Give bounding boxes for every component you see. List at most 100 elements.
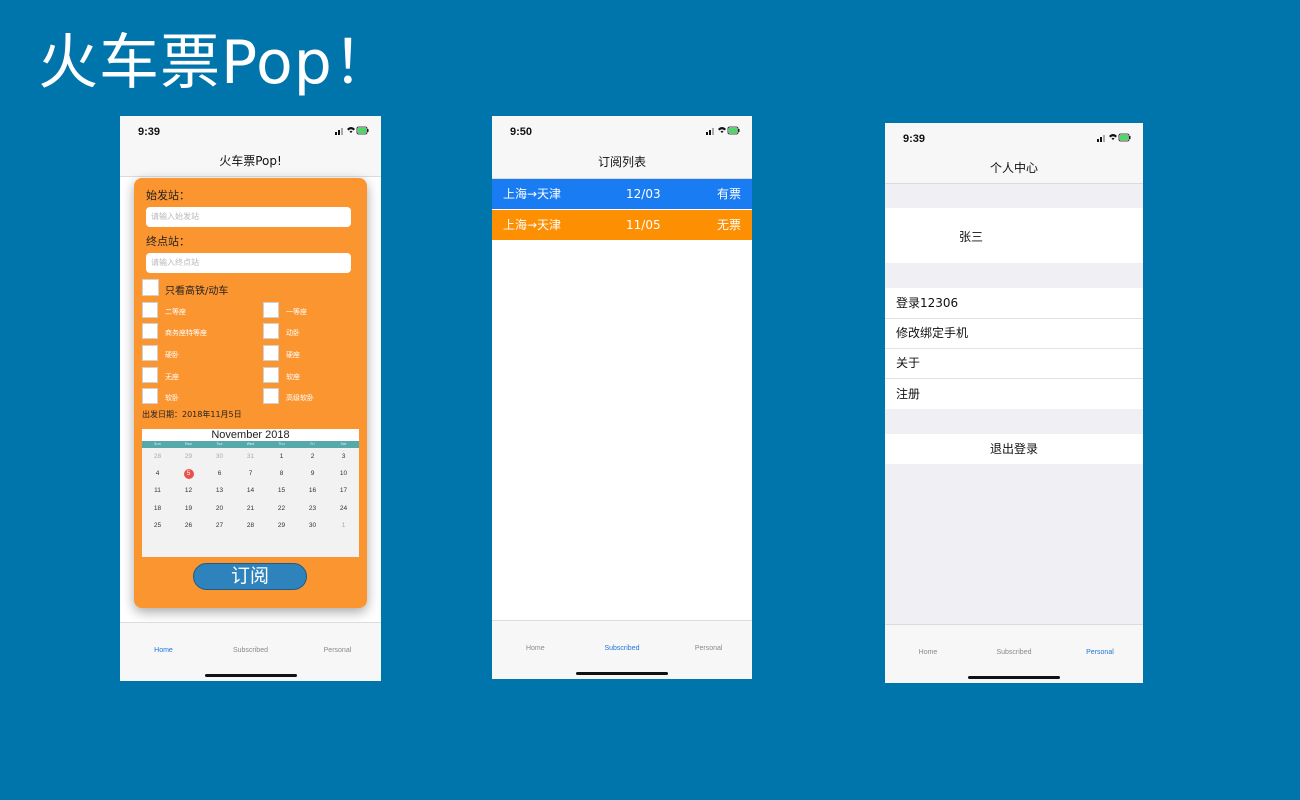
tab-home[interactable]: Home: [492, 645, 579, 652]
from-label: 始发站：: [146, 189, 190, 202]
tab-subscribed[interactable]: Subscribed: [579, 645, 666, 652]
calendar-day[interactable]: 12: [173, 482, 204, 499]
to-label: 终点站：: [146, 235, 190, 248]
logout-button[interactable]: 退出登录: [885, 434, 1143, 464]
calendar: November 2018 Sun Mon Tue Wed Thu Fri Sat 28 29…: [142, 429, 359, 557]
home-nav-title: 火车票Pop!: [120, 146, 381, 177]
seat-label: 无座: [165, 373, 179, 381]
tab-personal[interactable]: Personal: [665, 645, 752, 652]
seat-checkbox-business[interactable]: [142, 323, 158, 339]
calendar-day[interactable]: 26: [173, 517, 204, 534]
calendar-day[interactable]: 29: [173, 448, 204, 465]
calendar-day[interactable]: 15: [266, 482, 297, 499]
calendar-day[interactable]: 25: [142, 517, 173, 534]
seat-checkbox-hard-sleeper[interactable]: [142, 345, 158, 361]
home-screen: 9:39 火车票Pop! 始发站： 请输入始发站 终点站： 请输入终点站 只看高…: [120, 116, 381, 681]
tab-personal[interactable]: Personal: [1057, 649, 1143, 656]
calendar-week: 11 12 13 14 15 16 17: [142, 482, 359, 499]
personal-nav-title: 个人中心: [885, 153, 1143, 184]
from-station-input[interactable]: 请输入始发站: [146, 207, 351, 227]
calendar-day[interactable]: 19: [173, 500, 204, 517]
seat-checkbox-soft-sleeper-emu[interactable]: [263, 323, 279, 339]
seat-label: 软卧: [165, 394, 179, 402]
calendar-weekday: Sat: [340, 442, 347, 446]
tab-personal[interactable]: Personal: [294, 647, 381, 654]
calendar-weekday: Thu: [278, 442, 285, 446]
status-bar: 9:50: [492, 116, 752, 146]
calendar-day[interactable]: 10: [328, 465, 359, 482]
subscription-date: 12/03: [626, 187, 661, 201]
tab-subscribed[interactable]: Subscribed: [971, 649, 1057, 656]
calendar-weekday: Wed: [246, 442, 255, 446]
tab-home[interactable]: Home: [885, 649, 971, 656]
calendar-day[interactable]: 18: [142, 500, 173, 517]
menu-item-label: 修改绑定手机: [896, 326, 969, 340]
menu-item-register[interactable]: 注册: [885, 379, 1143, 409]
seat-checkbox-second-class[interactable]: [142, 302, 158, 318]
calendar-day[interactable]: 13: [204, 482, 235, 499]
subscription-status: 无票: [716, 218, 741, 232]
seat-checkbox-no-seat[interactable]: [142, 367, 158, 383]
subscription-row[interactable]: 上海→天津 11/05 无票: [492, 210, 752, 240]
seat-label: 高级软卧: [286, 394, 314, 402]
subscription-route: 上海→天津: [503, 218, 562, 232]
seat-checkbox-first-class[interactable]: [263, 302, 279, 318]
calendar-day[interactable]: 7: [235, 465, 266, 482]
calendar-day[interactable]: 6: [204, 465, 235, 482]
menu-item-login[interactable]: 登录12306: [885, 288, 1143, 318]
calendar-day[interactable]: 30: [297, 517, 328, 534]
calendar-day[interactable]: 22: [266, 500, 297, 517]
calendar-day[interactable]: 23: [297, 500, 328, 517]
calendar-day[interactable]: 16: [297, 482, 328, 499]
calendar-day[interactable]: 1: [266, 448, 297, 465]
to-station-input[interactable]: 请输入终点站: [146, 253, 351, 273]
calendar-day[interactable]: 9: [297, 465, 328, 482]
menu-item-change-phone[interactable]: 修改绑定手机: [885, 318, 1143, 348]
home-indicator: [576, 672, 668, 675]
seat-checkbox-soft-seat[interactable]: [263, 367, 279, 383]
calendar-week: 18 19 20 21 22 23 24: [142, 500, 359, 517]
calendar-day[interactable]: 20: [204, 500, 235, 517]
calendar-day[interactable]: 24: [328, 500, 359, 517]
calendar-day[interactable]: 5: [173, 465, 204, 482]
search-card: 始发站： 请输入始发站 终点站： 请输入终点站 只看高铁/动车 二等座 一等座 …: [134, 178, 367, 608]
tab-bar: Home Subscribed Personal: [885, 624, 1143, 683]
menu-item-label: 登录12306: [896, 296, 959, 310]
seat-checkbox-soft-sleeper[interactable]: [142, 388, 158, 404]
subscribed-nav-title: 订阅列表: [492, 146, 752, 179]
seat-checkbox-deluxe-soft-sleeper[interactable]: [263, 388, 279, 404]
profile-cell[interactable]: 张三: [885, 208, 1143, 263]
calendar-day[interactable]: 11: [142, 482, 173, 499]
calendar-day[interactable]: 8: [266, 465, 297, 482]
hsr-only-checkbox[interactable]: [142, 279, 159, 296]
seat-label: 一等座: [286, 308, 307, 316]
subscription-route: 上海→天津: [503, 187, 562, 201]
subscribe-button[interactable]: 订阅: [193, 563, 307, 590]
calendar-day[interactable]: 28: [235, 517, 266, 534]
calendar-week: 4 5 6 7 8 9 10: [142, 465, 359, 482]
subscription-row[interactable]: 上海→天津 12/03 有票: [492, 179, 752, 209]
calendar-day[interactable]: 29: [266, 517, 297, 534]
seat-checkbox-hard-seat[interactable]: [263, 345, 279, 361]
status-icons: [1097, 133, 1131, 142]
calendar-month: November 2018: [142, 429, 359, 441]
status-bar: 9:39: [120, 116, 381, 146]
tab-home[interactable]: Home: [120, 647, 207, 654]
tab-subscribed[interactable]: Subscribed: [207, 647, 294, 654]
calendar-day[interactable]: 27: [204, 517, 235, 534]
calendar-day-label: 5: [186, 470, 191, 478]
calendar-day[interactable]: 2: [297, 448, 328, 465]
calendar-day[interactable]: 31: [235, 448, 266, 465]
calendar-day[interactable]: 1: [328, 517, 359, 534]
calendar-day[interactable]: 4: [142, 465, 173, 482]
calendar-day[interactable]: 3: [328, 448, 359, 465]
calendar-day[interactable]: 21: [235, 500, 266, 517]
menu-item-about[interactable]: 关于: [885, 348, 1143, 378]
calendar-day[interactable]: 14: [235, 482, 266, 499]
calendar-day[interactable]: 28: [142, 448, 173, 465]
calendar-day[interactable]: 17: [328, 482, 359, 499]
subscription-date: 11/05: [626, 218, 661, 232]
subscribed-screen: 9:50 订阅列表 上海→天津 12/03 有票 上海→天津 11/05 无票 …: [492, 116, 752, 679]
calendar-day[interactable]: 30: [204, 448, 235, 465]
menu-item-label: 关于: [896, 356, 921, 370]
